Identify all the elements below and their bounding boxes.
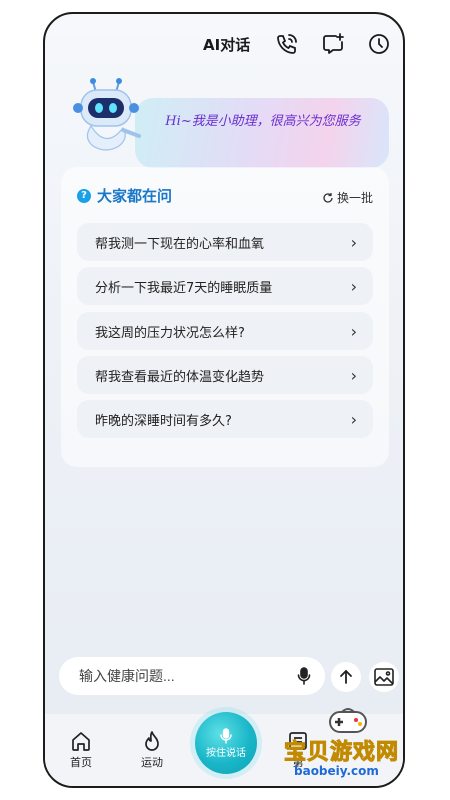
faq-question-text: 昨晚的深睡时间有多久? <box>95 413 232 429</box>
image-upload-button[interactable] <box>369 662 399 692</box>
faq-header: ? 大家都在问 <box>77 185 172 206</box>
phone-call-icon[interactable] <box>275 32 299 56</box>
greeting-text: Hi~我是小助理，很高兴为您服务 <box>165 114 361 129</box>
faq-question-text: 分析一下我最近7天的睡眠质量 <box>95 280 273 296</box>
chevron-right-icon: › <box>350 409 357 429</box>
chevron-right-icon: › <box>350 321 357 341</box>
tab-home[interactable]: 首页 <box>56 730 106 770</box>
microphone-icon[interactable] <box>297 667 311 689</box>
robot-mascot-icon <box>69 76 143 156</box>
faq-question-text: 我这周的压力状况怎么样? <box>95 325 245 341</box>
home-icon <box>72 732 90 751</box>
phone-frame: AI对话 Hi~我是小助理，很高兴为您服务 ? 大家都在问 换一批 帮我测一下现… <box>43 12 405 788</box>
health-question-input[interactable] <box>77 667 291 685</box>
top-bar: AI对话 <box>45 30 403 60</box>
chevron-right-icon: › <box>350 232 357 252</box>
add-chat-icon[interactable] <box>321 32 345 56</box>
send-button[interactable] <box>331 662 361 692</box>
hold-to-talk-label: 按住说话 <box>206 747 246 759</box>
watermark-en-text: baobeiy.com <box>294 764 379 778</box>
question-icon: ? <box>77 188 91 203</box>
voice-mic-icon <box>220 727 232 744</box>
flame-icon <box>145 731 159 751</box>
image-icon <box>374 668 394 686</box>
history-clock-icon[interactable] <box>367 32 391 56</box>
faq-question-3[interactable]: 我这周的压力状况怎么样? › <box>77 312 373 350</box>
chevron-right-icon: › <box>350 365 357 385</box>
faq-question-text: 帮我测一下现在的心率和血氧 <box>95 236 265 252</box>
greeting-bubble: Hi~我是小助理，很高兴为您服务 <box>135 98 389 168</box>
arrow-up-icon <box>340 670 352 684</box>
tab-sport[interactable]: 运动 <box>127 730 177 770</box>
page-title: AI对话 <box>203 36 251 54</box>
faq-card: ? 大家都在问 换一批 帮我测一下现在的心率和血氧 › 分析一下我最近7天的睡眠… <box>61 167 389 467</box>
watermark-cn-text: 宝贝游戏网 <box>283 740 400 766</box>
tab-home-label: 首页 <box>70 756 92 769</box>
refresh-button[interactable]: 换一批 <box>322 189 373 206</box>
faq-question-4[interactable]: 帮我查看最近的体温变化趋势 › <box>77 356 373 394</box>
chevron-right-icon: › <box>350 276 357 296</box>
faq-question-2[interactable]: 分析一下我最近7天的睡眠质量 › <box>77 267 373 305</box>
watermark: 宝贝游戏网 baobeiy.com <box>282 704 422 784</box>
faq-question-1[interactable]: 帮我测一下现在的心率和血氧 › <box>77 223 373 261</box>
faq-question-text: 帮我查看最近的体温变化趋势 <box>95 369 265 385</box>
faq-question-5[interactable]: 昨晚的深睡时间有多久? › <box>77 400 373 438</box>
faq-title: 大家都在问 <box>97 187 173 205</box>
refresh-label: 换一批 <box>336 191 373 205</box>
tab-sport-label: 运动 <box>141 756 163 769</box>
chat-input-bar <box>59 657 325 695</box>
refresh-icon <box>323 192 333 203</box>
hold-to-talk-button[interactable]: 按住说话 <box>195 712 257 774</box>
